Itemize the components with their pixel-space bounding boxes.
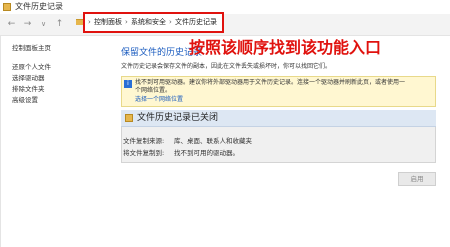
back-arrow-icon[interactable]: ←: [6, 19, 17, 30]
copy-from-value: 库、桌面、联系人和收藏夹: [174, 137, 252, 145]
annotation-text: 按照该顺序找到该功能入口: [189, 38, 382, 57]
sidebar-item-exclude-folders[interactable]: 排除文件夹: [12, 85, 45, 94]
title-bar: 文件历史记录: [0, 0, 450, 14]
breadcrumb-separator: ›: [169, 18, 172, 26]
divider: [0, 36, 1, 247]
folder-icon: [76, 19, 83, 25]
sidebar-item-advanced-settings[interactable]: 高级设置: [12, 96, 38, 105]
breadcrumb-control-panel[interactable]: 控制面板: [94, 18, 122, 27]
window-title: 文件历史记录: [15, 2, 63, 11]
sidebar-item-control-panel-home[interactable]: 控制面板主页: [12, 44, 51, 53]
network-location-link[interactable]: 选择一个网络位置: [135, 96, 183, 104]
page-description: 文件历史记录会保存文件的副本，因此在文件丢失或损坏时，你可以找回它们。: [121, 63, 332, 70]
info-icon: i: [124, 80, 132, 88]
enable-button[interactable]: 启用: [398, 172, 436, 186]
file-history-app-icon: [3, 3, 11, 11]
recent-locations-dropdown-icon[interactable]: ∨: [38, 19, 49, 30]
sidebar-item-restore-files[interactable]: 还原个人文件: [12, 63, 51, 72]
breadcrumb-separator: ›: [88, 18, 91, 26]
up-arrow-icon[interactable]: ↑: [54, 19, 65, 30]
breadcrumb-separator: ›: [125, 18, 128, 26]
breadcrumb-file-history[interactable]: 文件历史记录: [175, 18, 217, 27]
sidebar-item-select-drive[interactable]: 选择驱动器: [12, 74, 45, 83]
breadcrumb-system-security[interactable]: 系统和安全: [131, 18, 166, 27]
copy-to-value: 找不到可用的驱动器。: [174, 149, 239, 157]
status-panel-title: 文件历史记录已关闭: [137, 113, 219, 123]
navigation-bar: ← → ∨ ↑: [0, 14, 450, 36]
info-text-line2: 个网络位置。: [135, 87, 172, 94]
info-text-line1: 找不到可用驱动器。建议你将外部驱动器用于文件历史记录。连接一个驱动器并刷新此页，…: [135, 79, 406, 86]
file-history-icon: [125, 114, 133, 122]
copy-to-label: 将文件复制到:: [123, 149, 165, 157]
copy-from-label: 文件复制来源:: [123, 137, 165, 145]
forward-arrow-icon[interactable]: →: [22, 19, 33, 30]
